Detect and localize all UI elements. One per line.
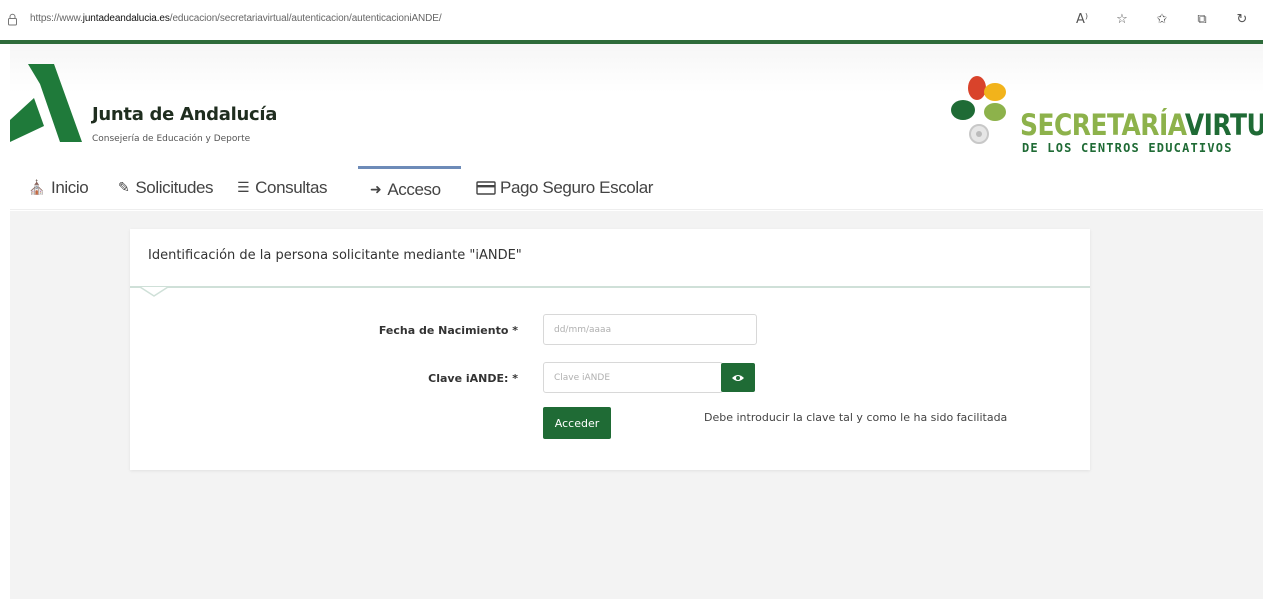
favorites-icon[interactable]: ✩ <box>1151 8 1173 30</box>
page-info-icon[interactable] <box>6 13 19 26</box>
nav-item-label: Acceso <box>387 179 441 199</box>
sv-title-part-b: VIRTUAL <box>1184 108 1263 142</box>
read-aloud-icon[interactable]: A⁾ <box>1071 8 1093 30</box>
show-password-button[interactable] <box>721 363 755 392</box>
login-card: Identificación de la persona solicitante… <box>130 229 1090 470</box>
page-frame: Junta de Andalucía Consejería de Educaci… <box>10 44 1263 599</box>
acceder-button[interactable]: Acceder <box>543 407 611 439</box>
secretaria-virtual-subtitle: DE LOS CENTROS EDUCATIVOS <box>1022 141 1233 155</box>
nav-item-label: Consultas <box>255 178 328 197</box>
url-path: /educacion/secretariavirtual/autenticaci… <box>169 13 442 24</box>
collections-icon[interactable]: ⧉ <box>1191 8 1213 30</box>
secretaria-virtual-title: SECRETARÍAVIRTUAL <box>1020 108 1263 142</box>
credit-card-icon <box>476 181 496 195</box>
card-header: Identificación de la persona solicitante… <box>130 229 1090 288</box>
birth-date-label: Fecha de Nacimiento * <box>378 324 518 337</box>
url-prefix: https://www. <box>30 13 83 24</box>
site-header: Junta de Andalucía Consejería de Educaci… <box>10 44 1263 166</box>
org-subtitle: Consejería de Educación y Deporte <box>92 134 251 144</box>
nav-item-consultas[interactable]: ☰ Consultas <box>237 166 328 210</box>
card-notch-icon <box>140 287 168 297</box>
nav-item-solicitudes[interactable]: ✎ Solicitudes <box>118 166 214 210</box>
favorite-add-icon[interactable]: ☆ <box>1111 8 1133 30</box>
secretaria-virtual-logo-icon[interactable] <box>945 74 1025 154</box>
nav-item-pago-seguro-escolar[interactable]: Pago Seguro Escolar <box>476 166 653 210</box>
nav-item-label: Pago Seguro Escolar <box>500 178 654 197</box>
list-icon: ☰ <box>237 180 250 196</box>
pencil-icon: ✎ <box>118 180 130 196</box>
eye-icon <box>732 374 744 381</box>
sv-title-part-a: SECRETARÍA <box>1020 108 1185 142</box>
url-host: juntadeandalucia.es <box>82 13 170 24</box>
org-name: Junta de Andalucía <box>92 104 278 125</box>
nav-item-label: Solicitudes <box>135 178 214 197</box>
birth-date-input[interactable] <box>543 314 757 345</box>
card-title: Identificación de la persona solicitante… <box>148 248 522 263</box>
key-hint-text: Debe introducir la clave tal y como le h… <box>704 411 1008 424</box>
url-field[interactable]: https://www.juntadeandalucia.es/educacio… <box>30 13 442 24</box>
junta-andalucia-logo-icon[interactable] <box>10 64 82 144</box>
history-icon[interactable]: ↻ <box>1231 8 1253 30</box>
home-icon: ⛪ <box>28 180 46 196</box>
main-nav: ⛪ Inicio ✎ Solicitudes ☰ Consultas ➜ Acc… <box>10 166 1263 210</box>
nav-item-acceso[interactable]: ➜ Acceso <box>358 166 461 210</box>
iande-key-label: Clave iANDE: * <box>428 372 518 385</box>
browser-address-bar: https://www.juntadeandalucia.es/educacio… <box>0 0 1263 40</box>
nav-item-label: Inicio <box>51 178 89 197</box>
content-area: Identificación de la persona solicitante… <box>10 211 1263 599</box>
iande-key-input[interactable] <box>543 362 723 393</box>
nav-item-inicio[interactable]: ⛪ Inicio <box>28 166 89 210</box>
sign-in-icon: ➜ <box>370 181 382 198</box>
